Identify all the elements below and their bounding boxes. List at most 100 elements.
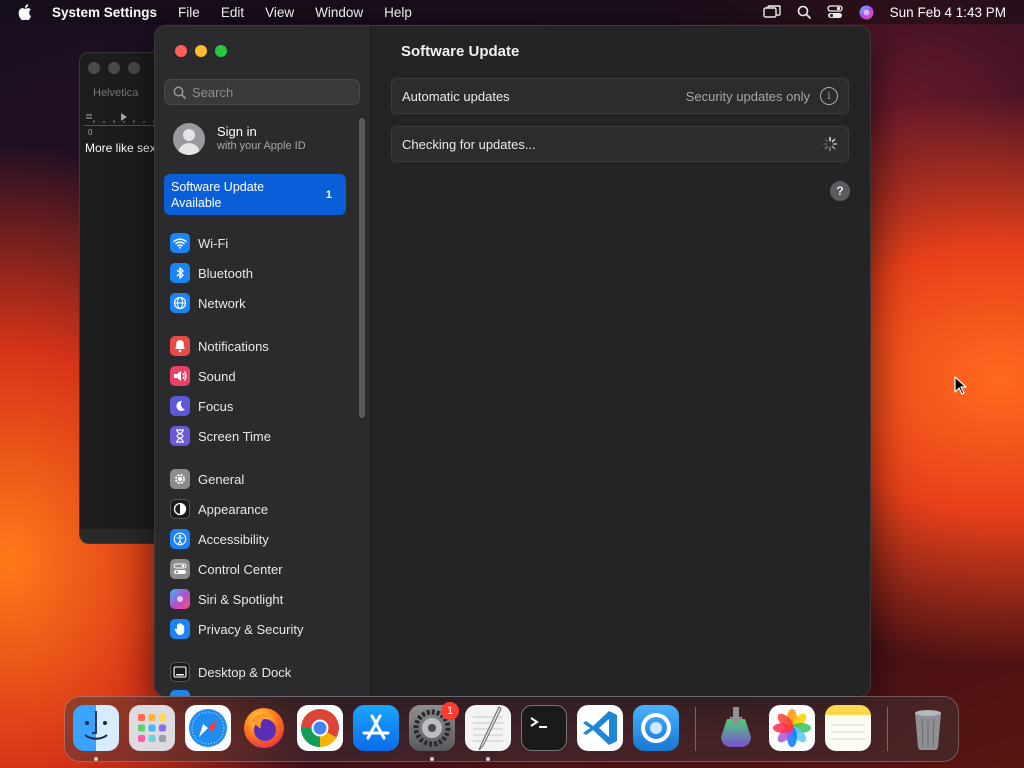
chrome-icon[interactable] (297, 705, 343, 751)
menu-window[interactable]: Window (315, 5, 363, 20)
menu-file[interactable]: File (178, 5, 200, 20)
menu-help[interactable]: Help (384, 5, 412, 20)
sidebar-item-label: Accessibility (198, 531, 269, 547)
apple-menu-icon[interactable] (18, 4, 38, 20)
sidebar-item-label: Desktop & Dock (198, 664, 292, 680)
spotlight-search-icon[interactable] (797, 5, 811, 19)
menu-bar: System Settings File Edit View Window He… (0, 0, 1024, 24)
sidebar-item-label: Focus (198, 398, 234, 414)
automatic-updates-row: Automatic updates Security updates only … (391, 78, 849, 114)
checking-updates-label: Checking for updates... (402, 136, 536, 152)
zoom-button[interactable] (215, 45, 227, 57)
launchpad-icon[interactable] (129, 705, 175, 751)
siri-icon (170, 589, 190, 609)
globe-icon (170, 293, 190, 313)
mouse-cursor-icon (954, 376, 968, 401)
apple-id-signin[interactable]: Sign in with your Apple ID (173, 123, 306, 155)
accessibility-icon (170, 529, 190, 549)
sidebar-item-accessibility[interactable]: Accessibility (170, 528, 269, 550)
spinner-icon (822, 136, 838, 152)
document-text[interactable]: More like sex (85, 141, 156, 155)
control-center-icon[interactable] (827, 5, 843, 19)
terminal-icon[interactable] (521, 705, 567, 751)
sidebar-item-network[interactable]: Network (170, 292, 246, 314)
menu-clock[interactable]: Sun Feb 4 1:43 PM (890, 5, 1006, 20)
bell-icon (170, 336, 190, 356)
installer-icon[interactable] (713, 705, 759, 751)
sidebar-item-sound[interactable]: Sound (170, 365, 236, 387)
page-title: Software Update (401, 43, 520, 60)
menu-extras: Sun Feb 4 1:43 PM (762, 0, 1006, 24)
settings-badge: 1 (441, 702, 459, 720)
system-settings-window: Sign in with your Apple ID Software Upda… (154, 25, 871, 697)
notes-icon[interactable] (825, 705, 871, 751)
search-input[interactable] (192, 84, 352, 100)
bg-zoom-button[interactable] (128, 62, 140, 74)
signin-subtitle: with your Apple ID (217, 140, 306, 152)
sidebar-item-control-center[interactable]: Control Center (170, 558, 283, 580)
sidebar-item-siri-spotlight[interactable]: Siri & Spotlight (170, 588, 283, 610)
menu-view[interactable]: View (265, 5, 294, 20)
sidebar-item-label: Sound (198, 368, 236, 384)
help-button[interactable]: ? (830, 181, 850, 201)
window-controls (175, 45, 227, 57)
sidebar-item-general[interactable]: General (170, 468, 244, 490)
hand-icon (170, 619, 190, 639)
checking-updates-row: Checking for updates... (391, 126, 849, 162)
safari-icon[interactable] (185, 705, 231, 751)
sidebar-item-privacy-security[interactable]: Privacy & Security (170, 618, 303, 640)
trash-icon[interactable] (905, 705, 951, 751)
content-pane: Software Update Automatic updates Securi… (371, 26, 870, 696)
avatar (173, 123, 205, 155)
search-field[interactable] (164, 79, 360, 105)
sidebar-item-focus[interactable]: Focus (170, 395, 233, 417)
sidebar-item-bluetooth[interactable]: Bluetooth (170, 262, 253, 284)
sidebar-item-label: Appearance (198, 501, 269, 517)
sidebar-item-label: Notifications (198, 338, 269, 354)
appearance-icon (170, 499, 190, 519)
control-center-icon (170, 559, 190, 579)
signin-title: Sign in (217, 124, 257, 139)
menu-app-name[interactable]: System Settings (52, 5, 157, 20)
sidebar-item-appearance[interactable]: Appearance (170, 498, 268, 520)
font-name-label[interactable]: Helvetica (93, 87, 138, 99)
sidebar-item-desktop-dock[interactable]: Desktop & Dock (170, 661, 291, 683)
update-label-line2: Available (171, 196, 222, 210)
ruler-zero-label: 0 (88, 128, 93, 137)
photos-icon[interactable] (769, 705, 815, 751)
sidebar-item-label: Privacy & Security (198, 621, 304, 637)
wifi-icon (170, 233, 190, 253)
app-store-icon[interactable] (353, 705, 399, 751)
automatic-updates-value: Security updates only (685, 88, 810, 104)
recorder-icon[interactable] (633, 705, 679, 751)
bg-close-button[interactable] (88, 62, 100, 74)
hourglass-icon (170, 426, 190, 446)
sidebar-item-notifications[interactable]: Notifications (170, 335, 269, 357)
firefox-icon[interactable] (241, 705, 287, 751)
dock-separator (695, 707, 696, 751)
screen-mirroring-icon[interactable] (762, 5, 781, 19)
finder-icon[interactable] (73, 705, 119, 751)
sidebar-scrollbar[interactable] (359, 118, 365, 418)
sidebar-item-software-update-available[interactable]: Software Update Available 1 (164, 174, 346, 215)
menu-edit[interactable]: Edit (221, 5, 244, 20)
sidebar-item-label: General (198, 471, 245, 487)
textedit-icon[interactable] (465, 705, 511, 751)
sidebar-item-label: Control Center (198, 561, 283, 577)
close-button[interactable] (175, 45, 187, 57)
sidebar-item-wifi[interactable]: Wi-Fi (170, 232, 228, 254)
sidebar-item-label: Siri & Spotlight (198, 591, 284, 607)
sidebar-item-label: Wi-Fi (198, 235, 229, 251)
speaker-icon (170, 366, 190, 386)
desktop-icon (170, 662, 190, 682)
sidebar-item-label: Network (198, 295, 246, 311)
bg-minimize-button[interactable] (108, 62, 120, 74)
sidebar-item-screen-time[interactable]: Screen Time (170, 425, 271, 447)
search-icon (173, 86, 186, 99)
info-icon[interactable]: i (820, 87, 838, 105)
siri-icon[interactable] (859, 5, 874, 20)
update-count-badge: 1 (325, 189, 332, 201)
update-label-line1: Software Update (171, 180, 265, 194)
vscode-icon[interactable] (577, 705, 623, 751)
minimize-button[interactable] (195, 45, 207, 57)
